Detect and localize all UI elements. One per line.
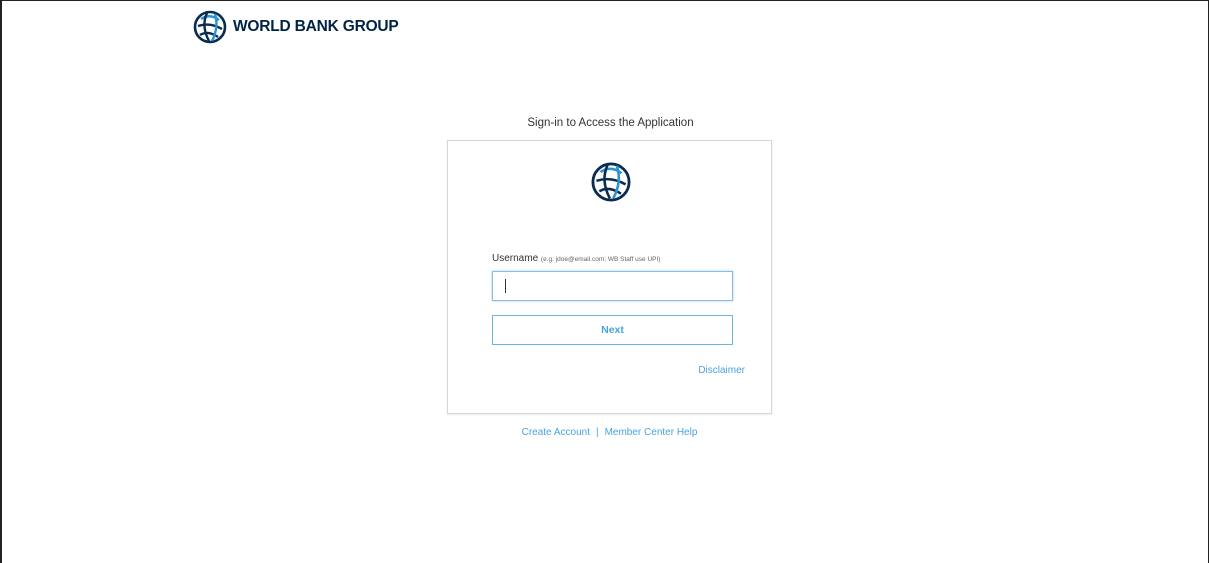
link-separator: | (595, 427, 599, 438)
world-bank-logo[interactable]: WORLD BANK GROUP (192, 10, 399, 44)
signin-card: Username (e.g. jdoe@email.com; WB Staff … (447, 140, 772, 414)
username-hint: (e.g. jdoe@email.com; WB Staff use UPI) (540, 256, 661, 263)
globe-icon (590, 161, 632, 208)
create-account-link[interactable]: Create Account (522, 427, 590, 438)
disclaimer-link[interactable]: Disclaimer (698, 365, 745, 376)
footer-links: Create Account | Member Center Help (447, 427, 772, 438)
signin-title: Sign-in to Access the Application (527, 117, 694, 129)
text-caret (505, 279, 506, 293)
next-button[interactable]: Next (492, 315, 733, 345)
logo-text: WORLD BANK GROUP (233, 18, 399, 35)
username-label: Username (e.g. jdoe@email.com; WB Staff … (492, 253, 660, 264)
username-input[interactable] (492, 271, 733, 301)
username-label-text: Username (492, 253, 539, 264)
globe-icon (192, 10, 228, 44)
member-center-help-link[interactable]: Member Center Help (605, 427, 698, 438)
page-frame: WORLD BANK GROUP Sign-in to Access the A… (0, 0, 1209, 563)
